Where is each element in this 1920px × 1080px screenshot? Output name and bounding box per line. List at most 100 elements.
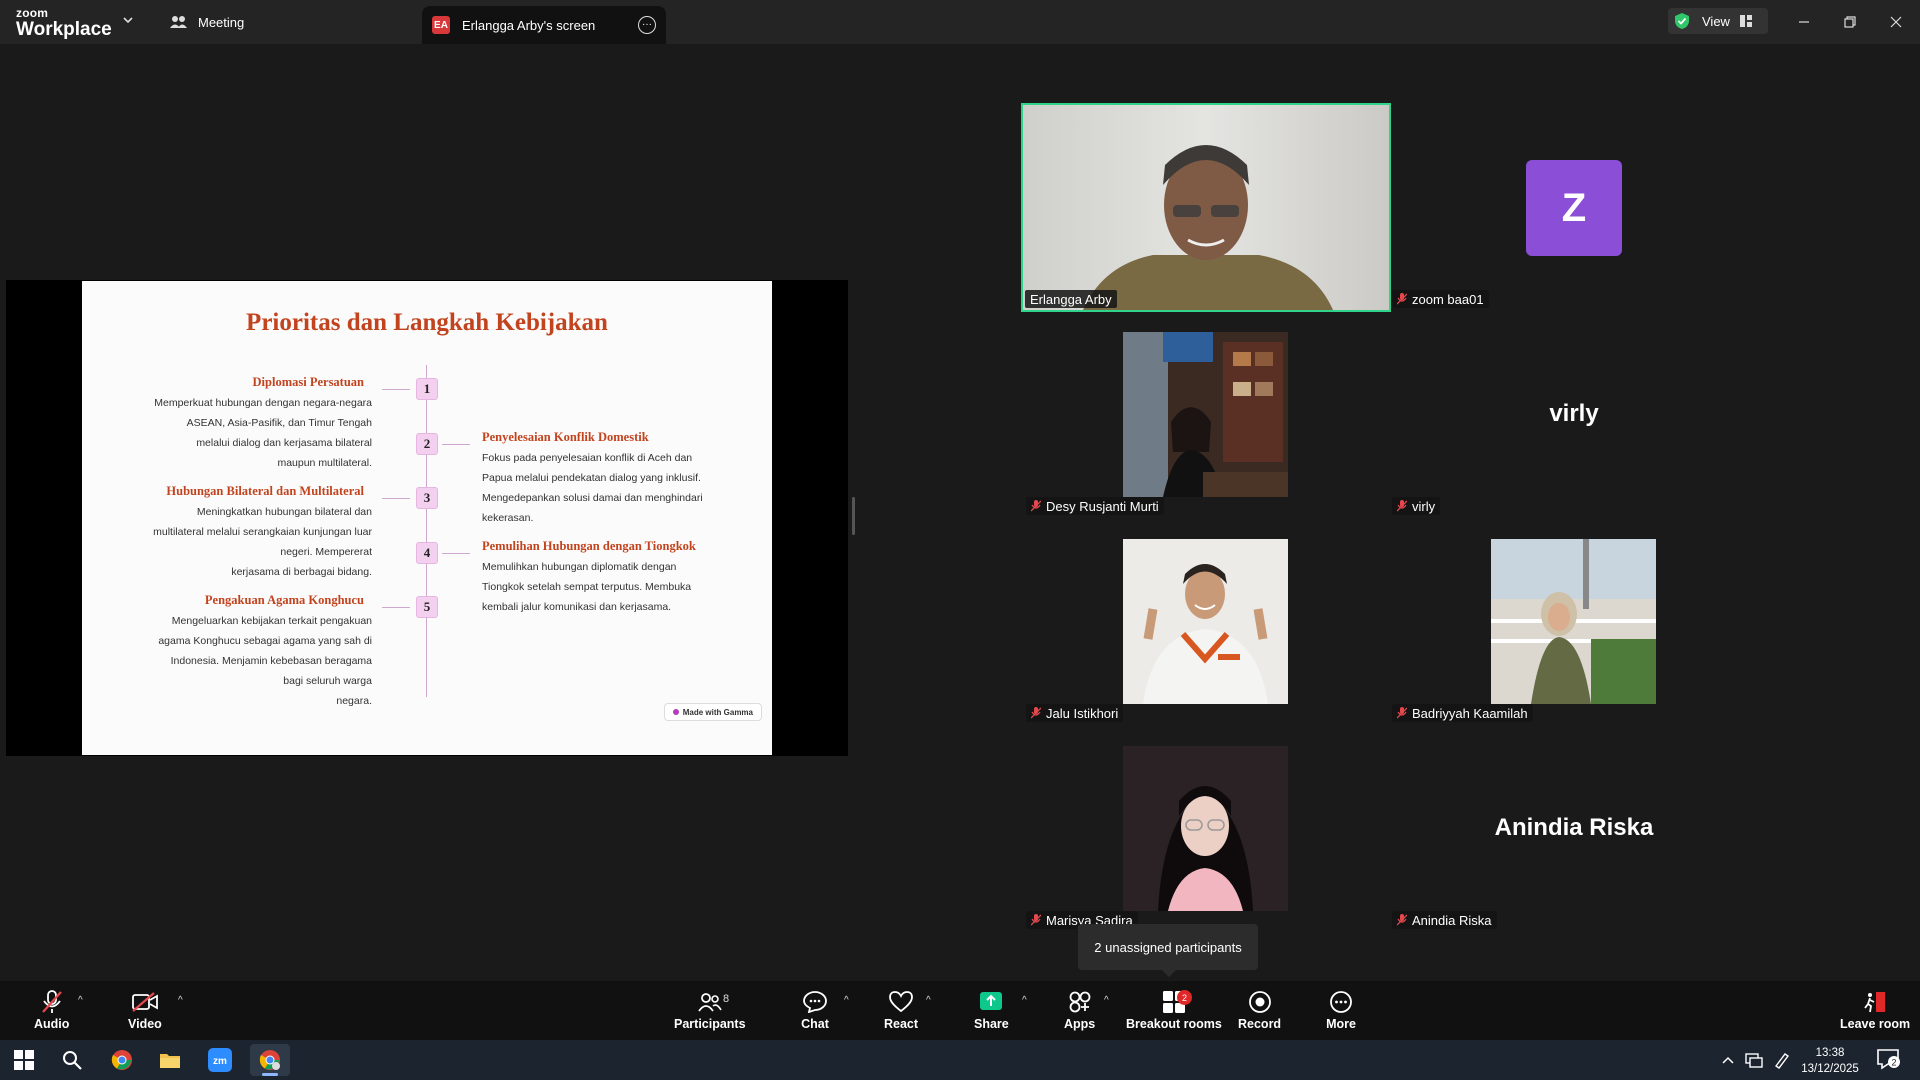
gamma-logo-icon [672,709,679,715]
chat-button[interactable]: Chat [800,989,830,1031]
mic-muted-icon [1031,914,1041,926]
shield-icon [1675,13,1689,29]
audio-options-chevron-icon[interactable]: ^ [78,995,83,1006]
brand-big: Workplace [16,19,112,40]
item-heading-2: Penyelesaian Konflik Domestik [482,430,649,444]
timeline-marker-3: 3 [416,487,438,509]
more-options-icon[interactable]: ··· [638,16,656,34]
unassigned-participants-tooltip: 2 unassigned participants [1078,924,1258,977]
network-icon[interactable] [1740,1044,1768,1076]
participants-icon [698,993,722,1012]
minimize-icon[interactable] [1792,10,1816,34]
search-icon[interactable] [52,1044,92,1076]
participant-video-erlangga [1023,105,1389,310]
timeline-marker-4: 4 [416,542,438,564]
breakout-rooms-badge: 2 [1177,990,1192,1005]
video-tile-jalu[interactable] [1123,539,1288,704]
item-body-3: Meningkatkan hubungan bilateral dan multi… [153,506,372,578]
video-tile-desy[interactable] [1123,332,1288,497]
chrome-icon[interactable] [102,1044,142,1076]
grid-icon [1739,15,1752,27]
mic-muted-icon [1397,293,1407,305]
chat-icon [803,991,827,1013]
zoom-window: zoom Workplace Meeting EA Erlangga Arby'… [0,0,1920,1080]
timeline-tick [442,553,470,554]
timeline-marker-1: 1 [416,378,438,400]
timeline-tick [382,607,410,608]
timeline-line [426,365,427,697]
tab-meeting-label: Meeting [198,14,245,30]
chevron-down-icon[interactable] [122,14,134,26]
share-options-chevron-icon[interactable]: ^ [1022,995,1027,1006]
windows-start-icon[interactable] [4,1044,44,1076]
meeting-toolbar: Audio ^ Video ^ Participants 8 Chat ^ Re… [0,981,1920,1040]
tab-meeting[interactable]: Meeting [170,0,244,44]
chat-options-chevron-icon[interactable]: ^ [844,995,849,1006]
apps-button[interactable]: Apps [1064,989,1095,1031]
zoom-workplace-logo[interactable]: zoom Workplace [16,7,112,39]
react-button[interactable]: React [884,989,918,1031]
video-tile-badriyyah[interactable] [1491,539,1656,704]
item-body-4: Memulihkan hubungan diplomatik dengan Tio… [482,561,692,613]
close-icon[interactable] [1884,10,1908,34]
avatar-zoom-baa01: Z [1526,160,1622,256]
svg-text:zm: zm [213,1056,227,1067]
breakout-rooms-button[interactable]: Breakout rooms [1126,989,1222,1031]
mic-muted-icon [1397,500,1407,512]
view-label: View [1702,13,1730,29]
file-explorer-icon[interactable] [150,1044,190,1076]
title-bar: zoom Workplace Meeting EA Erlangga Arby'… [0,0,1920,44]
apps-options-chevron-icon[interactable]: ^ [1104,995,1109,1006]
name-label-virly: virly [1392,497,1441,515]
display-name-anindia: Anindia Riska [1494,814,1654,841]
record-button[interactable]: Record [1238,989,1281,1031]
mic-muted-icon [1397,707,1407,719]
item-body-2: Fokus pada penyelesaian konflik di Aceh … [482,452,703,524]
video-tile-marisya[interactable] [1123,746,1288,911]
brand-small: zoom [16,6,49,20]
participants-button[interactable]: Participants [674,989,746,1031]
mic-muted-icon [1031,500,1041,512]
tab-shared-screen[interactable]: EA Erlangga Arby's screen ··· [422,6,666,44]
participant-video-jalu [1123,539,1288,704]
item-heading-4: Pemulihan Hubungan dengan Tiongkok [482,539,696,553]
restore-icon[interactable] [1838,10,1862,34]
tray-chevron-up-icon[interactable] [1718,1044,1738,1076]
item-body-5: Mengeluarkan kebijakan terkait pengakuan… [158,615,372,707]
more-button[interactable]: More [1326,989,1356,1031]
leave-door-icon [1864,992,1886,1013]
react-options-chevron-icon[interactable]: ^ [926,995,931,1006]
view-button[interactable]: View [1668,8,1768,34]
mic-muted-icon [1397,914,1407,926]
notification-icon[interactable]: 2 [1876,1048,1900,1075]
zoom-app-icon[interactable]: zm [200,1044,240,1076]
system-clock[interactable]: 13:38 13/12/2025 [1790,1045,1870,1077]
made-with-gamma-badge[interactable]: Made with Gamma [663,703,762,721]
notification-count: 2 [1891,1058,1896,1068]
people-icon [170,16,187,28]
timeline-tick [442,444,470,445]
leave-room-button[interactable]: Leave room [1840,989,1910,1031]
clock-date: 13/12/2025 [1801,1063,1859,1075]
tab-screen-label: Erlangga Arby's screen [462,17,596,33]
participant-video-badriyyah [1491,539,1656,704]
item-heading-5: Pengakuan Agama Konghucu [204,593,364,607]
participant-video-marisya [1123,746,1288,911]
video-options-chevron-icon[interactable]: ^ [178,995,183,1006]
share-button[interactable]: Share [974,989,1009,1031]
display-name-virly: virly [1549,400,1599,427]
name-label-jalu: Jalu Istikhori [1026,704,1124,722]
audio-button[interactable]: Audio [34,989,69,1031]
more-icon [1330,991,1352,1013]
timeline-tick [382,389,410,390]
name-label-zoom-baa01: zoom baa01 [1392,290,1489,308]
panel-resize-handle[interactable] [852,497,855,535]
video-tile-erlangga[interactable]: Erlangga Arby [1021,103,1391,312]
participants-count: 8 [723,993,730,1005]
chrome-profile-icon[interactable] [250,1044,290,1076]
video-button[interactable]: Video [128,989,162,1031]
video-off-icon [132,992,158,1012]
apps-icon [1069,991,1091,1013]
mic-muted-icon [1031,707,1041,719]
ea-badge: EA [432,16,450,34]
